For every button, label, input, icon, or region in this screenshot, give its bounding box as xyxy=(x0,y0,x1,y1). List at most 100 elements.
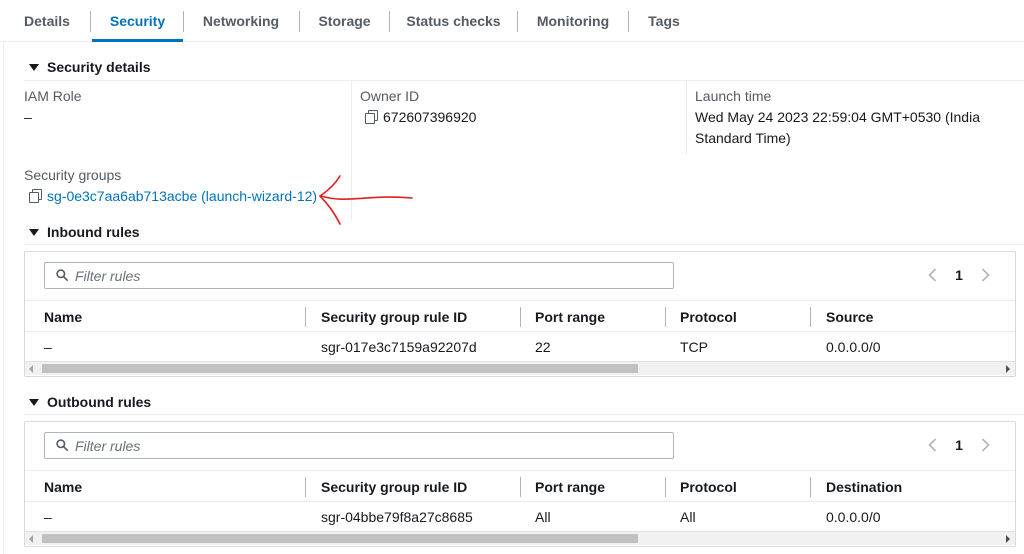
table-row: – sgr-04bbe79f8a27c8685 All All 0.0.0.0/… xyxy=(25,502,1015,531)
column-header-source[interactable]: Source xyxy=(826,308,873,326)
caret-down-icon xyxy=(29,398,39,406)
container-border xyxy=(3,42,4,554)
cell-source: 0.0.0.0/0 xyxy=(826,339,881,355)
iam-role-field: IAM Role – xyxy=(24,86,344,128)
outbound-table-header: Name Security group rule ID Port range P… xyxy=(25,470,1015,502)
scroll-left-arrow-icon[interactable] xyxy=(29,365,33,373)
column-resizer[interactable] xyxy=(665,307,666,327)
tab-storage[interactable]: Storage xyxy=(305,0,384,41)
tab-monitoring[interactable]: Monitoring xyxy=(523,0,623,41)
tab-bar: Details Security Networking Storage Stat… xyxy=(0,0,1024,42)
scrollbar-thumb[interactable] xyxy=(42,534,638,543)
owner-id-label: Owner ID xyxy=(360,88,420,104)
chevron-right-icon[interactable] xyxy=(977,437,993,453)
scroll-right-arrow-icon[interactable] xyxy=(1006,535,1010,543)
tab-separator xyxy=(183,11,184,32)
inbound-page-number[interactable]: 1 xyxy=(952,265,966,285)
search-icon xyxy=(56,269,68,281)
horizontal-scrollbar[interactable] xyxy=(25,361,1015,375)
section-divider xyxy=(24,244,1024,245)
chevron-right-icon[interactable] xyxy=(977,267,993,283)
active-tab-indicator xyxy=(92,39,183,42)
inbound-filter-box xyxy=(44,262,674,289)
outbound-filter-box xyxy=(44,432,674,459)
caret-down-icon xyxy=(29,228,39,236)
column-header-destination[interactable]: Destination xyxy=(826,478,902,496)
tab-separator xyxy=(628,11,629,32)
security-details-header[interactable]: Security details xyxy=(29,57,151,77)
inbound-filter-input[interactable] xyxy=(75,266,665,285)
column-header-port-range[interactable]: Port range xyxy=(535,478,605,496)
tab-security[interactable]: Security xyxy=(92,0,183,41)
tab-details[interactable]: Details xyxy=(14,0,80,41)
inbound-rules-title: Inbound rules xyxy=(47,224,140,240)
cell-port-range: 22 xyxy=(535,339,551,355)
tab-networking[interactable]: Networking xyxy=(187,0,295,41)
security-details-title: Security details xyxy=(47,59,151,75)
column-resizer[interactable] xyxy=(810,307,811,327)
search-icon xyxy=(56,439,68,451)
cell-port-range: All xyxy=(535,509,551,525)
tab-separator xyxy=(389,11,390,32)
launch-time-label: Launch time xyxy=(695,88,772,104)
tab-separator xyxy=(90,11,91,32)
iam-role-label: IAM Role xyxy=(24,88,82,104)
security-group-link-wrap: sg-0e3c7aa6ab713acbe (launch-wizard-12) xyxy=(24,186,344,207)
column-header-protocol[interactable]: Protocol xyxy=(680,308,737,326)
outbound-rules-title: Outbound rules xyxy=(47,394,152,410)
column-resizer[interactable] xyxy=(665,477,666,497)
security-groups-field: Security groups sg-0e3c7aa6ab713acbe (la… xyxy=(24,165,344,207)
owner-id-value: 672607396920 xyxy=(383,109,477,125)
outbound-rules-panel: 1 Name Security group rule ID Port range… xyxy=(24,421,1016,547)
tab-separator xyxy=(299,11,300,32)
copy-icon[interactable] xyxy=(365,110,378,124)
column-header-name[interactable]: Name xyxy=(44,478,82,496)
section-divider xyxy=(24,414,1024,415)
column-header-port-range[interactable]: Port range xyxy=(535,308,605,326)
inbound-rules-header[interactable]: Inbound rules xyxy=(29,222,140,242)
column-resizer[interactable] xyxy=(305,307,306,327)
cell-protocol: All xyxy=(680,509,696,525)
inbound-table-header: Name Security group rule ID Port range P… xyxy=(25,300,1015,332)
iam-role-value: – xyxy=(24,109,32,125)
copy-icon[interactable] xyxy=(29,189,42,203)
scrollbar-thumb[interactable] xyxy=(42,364,638,373)
scroll-left-arrow-icon[interactable] xyxy=(29,535,33,543)
security-groups-label: Security groups xyxy=(24,167,122,183)
outbound-rules-header[interactable]: Outbound rules xyxy=(29,392,151,412)
column-resizer[interactable] xyxy=(520,307,521,327)
cell-rule-id: sgr-017e3c7159a92207d xyxy=(321,339,477,355)
column-resizer[interactable] xyxy=(810,477,811,497)
column-header-rule-id[interactable]: Security group rule ID xyxy=(321,478,467,496)
column-header-name[interactable]: Name xyxy=(44,308,82,326)
section-divider xyxy=(24,80,1024,81)
cell-protocol: TCP xyxy=(680,339,708,355)
chevron-left-icon[interactable] xyxy=(925,437,941,453)
table-row: – sgr-017e3c7159a92207d 22 TCP 0.0.0.0/0 xyxy=(25,332,1015,361)
column-resizer[interactable] xyxy=(305,477,306,497)
outbound-page-number[interactable]: 1 xyxy=(952,435,966,455)
horizontal-scrollbar[interactable] xyxy=(25,531,1015,545)
launch-time-field: Launch time Wed May 24 2023 22:59:04 GMT… xyxy=(695,86,1015,149)
launch-time-value-line2: Standard Time) xyxy=(695,130,791,146)
launch-time-value-line1: Wed May 24 2023 22:59:04 GMT+0530 (India xyxy=(695,109,980,125)
tab-separator xyxy=(517,11,518,32)
tab-tags[interactable]: Tags xyxy=(638,0,690,41)
owner-id-field: Owner ID 672607396920 xyxy=(360,86,680,128)
tab-status-checks[interactable]: Status checks xyxy=(395,0,512,41)
owner-id-value-wrap: 672607396920 xyxy=(360,107,680,128)
security-group-link[interactable]: sg-0e3c7aa6ab713acbe (launch-wizard-12) xyxy=(47,188,317,204)
column-resizer[interactable] xyxy=(520,477,521,497)
scroll-right-arrow-icon[interactable] xyxy=(1006,365,1010,373)
column-header-rule-id[interactable]: Security group rule ID xyxy=(321,308,467,326)
cell-rule-id: sgr-04bbe79f8a27c8685 xyxy=(321,509,473,525)
inbound-rules-panel: 1 Name Security group rule ID Port range… xyxy=(24,251,1016,377)
cell-name: – xyxy=(44,509,52,525)
outbound-filter-input[interactable] xyxy=(75,436,665,455)
chevron-left-icon[interactable] xyxy=(925,267,941,283)
column-divider xyxy=(686,80,687,155)
cell-name: – xyxy=(44,339,52,355)
annotation-arrow-icon xyxy=(318,175,413,225)
caret-down-icon xyxy=(29,63,39,71)
column-header-protocol[interactable]: Protocol xyxy=(680,478,737,496)
